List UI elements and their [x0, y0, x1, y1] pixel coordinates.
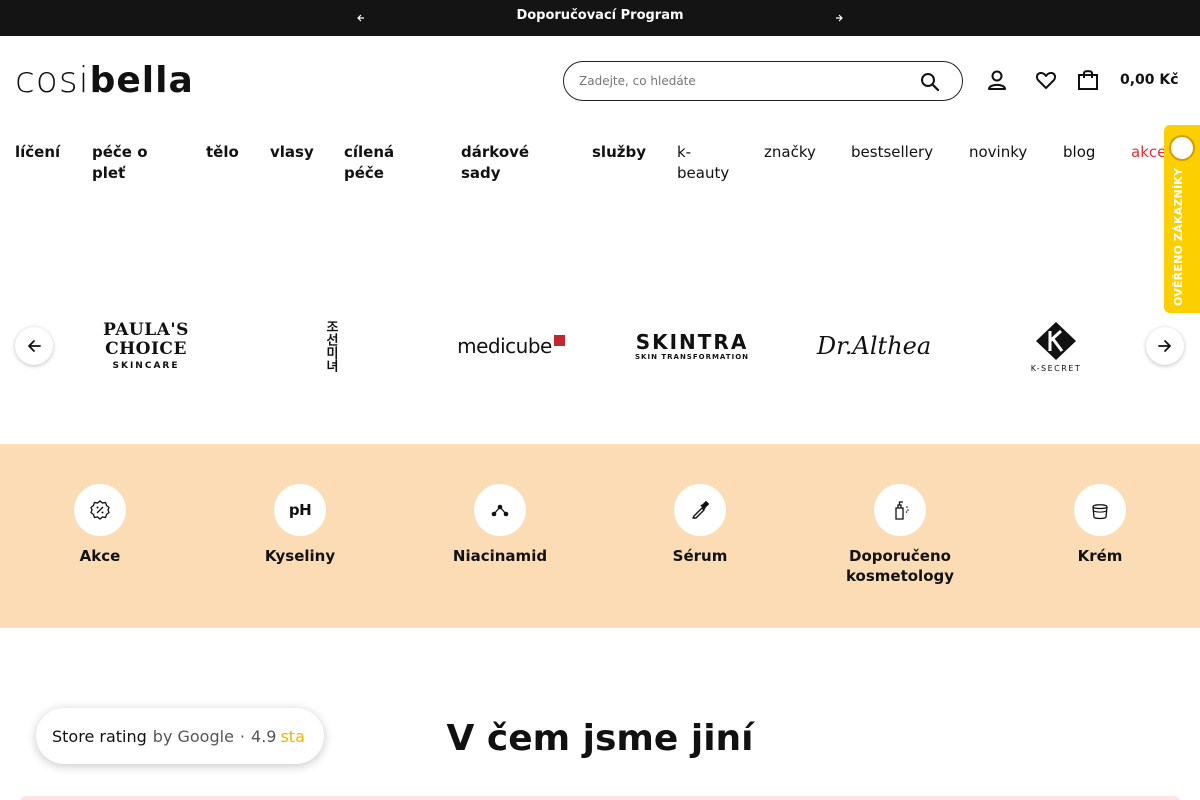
brand-carousel-next-button[interactable]	[1146, 327, 1184, 365]
category-label: Krém	[1077, 547, 1123, 565]
promo-link[interactable]: Doporučovací Program	[0, 8, 1200, 23]
category-doporuceno-kosmetology[interactable]: Doporučeno kosmetology	[800, 484, 1000, 586]
category-serum[interactable]: Sérum	[600, 484, 800, 566]
site-logo[interactable]: cosi bella	[15, 60, 194, 101]
brand-althea-name: Dr.Althea	[816, 332, 932, 360]
wishlist-heart-icon[interactable]	[1034, 68, 1058, 92]
rating-score: 4.9	[251, 726, 277, 746]
category-icon-circle: pH	[274, 484, 326, 536]
nav-item-pece-o-plet[interactable]: péče o pleť	[92, 142, 162, 184]
category-krem[interactable]: Krém	[1000, 484, 1200, 566]
verified-badge-text: OVĚŘENO ZÁKAZNÍKY	[1172, 167, 1185, 307]
nav-item-sluzby[interactable]: služby	[592, 142, 662, 163]
nav-item-cilena-pece[interactable]: cílená péče	[344, 142, 414, 184]
rating-store-label: Store rating	[52, 726, 147, 746]
brand-logo-dr-althea[interactable]: Dr.Althea	[810, 316, 938, 376]
medicube-cross-icon	[553, 334, 565, 346]
brand-skintra-name: SKINTRA	[635, 330, 749, 354]
brand-joseon-name: 조선미녀	[323, 320, 338, 372]
category-label: Niacinamid	[452, 547, 548, 565]
pump-bottle-icon	[895, 501, 909, 520]
verified-seal-icon	[1169, 135, 1195, 161]
brand-logo-k-secret[interactable]: K-SECRET	[1018, 316, 1094, 376]
brand-logo-beauty-of-joseon[interactable]: 조선미녀	[300, 316, 360, 376]
google-store-rating-widget[interactable]: Store rating by Google · 4.9 sta	[36, 708, 324, 764]
molecule-icon	[491, 504, 509, 517]
nav-item-novinky[interactable]: novinky	[969, 142, 1049, 163]
brand-ksecret-name: K-SECRET	[1030, 363, 1082, 373]
promo-next-arrow-icon[interactable]	[831, 9, 849, 27]
account-icon[interactable]	[985, 68, 1009, 92]
nav-item-vlasy[interactable]: vlasy	[270, 142, 330, 163]
arrow-right-icon	[1158, 340, 1171, 352]
category-kyseliny[interactable]: pH Kyseliny	[200, 484, 400, 566]
brand-skintra-sub: SKIN TRANSFORMATION	[635, 353, 749, 361]
dropper-icon	[692, 500, 710, 519]
nav-item-telo[interactable]: tělo	[206, 142, 256, 163]
cart-total[interactable]: 0,00 Kč	[1120, 72, 1179, 88]
search-input[interactable]	[579, 74, 909, 88]
category-icon-circle	[874, 484, 926, 536]
search-icon[interactable]	[920, 72, 940, 92]
category-label: Doporučeno kosmetology	[845, 547, 955, 585]
category-icon-circle	[74, 484, 126, 536]
arrow-left-icon	[28, 340, 41, 352]
category-niacinamid[interactable]: Niacinamid	[400, 484, 600, 566]
category-icon-circle	[474, 484, 526, 536]
cart-bag-icon[interactable]	[1076, 68, 1100, 92]
logo-text-light: cosi	[15, 60, 90, 101]
nav-item-blog[interactable]: blog	[1063, 142, 1113, 163]
brand-carousel-prev-button[interactable]	[15, 327, 53, 365]
search-bar	[563, 61, 963, 101]
verified-by-customers-badge[interactable]: OVĚŘENO ZÁKAZNÍKY	[1164, 125, 1200, 313]
nav-item-liceni[interactable]: líčení	[15, 142, 75, 163]
category-label: Kyseliny	[264, 547, 336, 565]
logo-text-bold: bella	[89, 60, 194, 101]
ph-icon: pH	[288, 501, 312, 519]
brand-logo-skintra[interactable]: SKINTRA SKIN TRANSFORMATION	[628, 316, 756, 376]
category-akce[interactable]: Akce	[0, 484, 200, 566]
promo-bar: Doporučovací Program	[0, 0, 1200, 36]
category-icon-circle	[674, 484, 726, 536]
category-label: Sérum	[672, 547, 728, 565]
brand-medicube-name: medicube	[457, 334, 552, 358]
brand-logo-medicube[interactable]: medicube	[452, 316, 570, 376]
nav-item-darkove-sady[interactable]: dárkové sady	[461, 142, 551, 184]
rating-stars: sta	[280, 726, 305, 746]
category-label: Akce	[79, 547, 121, 565]
nav-item-znacky[interactable]: značky	[764, 142, 834, 163]
brand-logo-paulas-choice[interactable]: PAULA'S CHOICE SKINCARE	[100, 316, 192, 376]
k-secret-emblem-icon	[1036, 321, 1076, 360]
brand-paulas-name: PAULA'S CHOICE	[103, 320, 189, 359]
rating-by-label: by Google	[152, 726, 234, 746]
rating-separator: ·	[239, 726, 246, 746]
category-band: Akce pH Kyseliny Niacinamid Sérum Doporu…	[0, 444, 1200, 628]
discount-badge-icon	[90, 500, 110, 520]
nav-item-k-beauty[interactable]: k-beauty	[677, 142, 737, 184]
main-nav: líčení péče o pleť tělo vlasy cílená péč…	[0, 142, 1200, 192]
cream-jar-icon	[1092, 504, 1108, 520]
next-section-edge	[20, 796, 1180, 800]
brand-paulas-sub: SKINCARE	[112, 361, 180, 371]
category-icon-circle	[1074, 484, 1126, 536]
nav-item-bestsellery[interactable]: bestsellery	[851, 142, 951, 163]
